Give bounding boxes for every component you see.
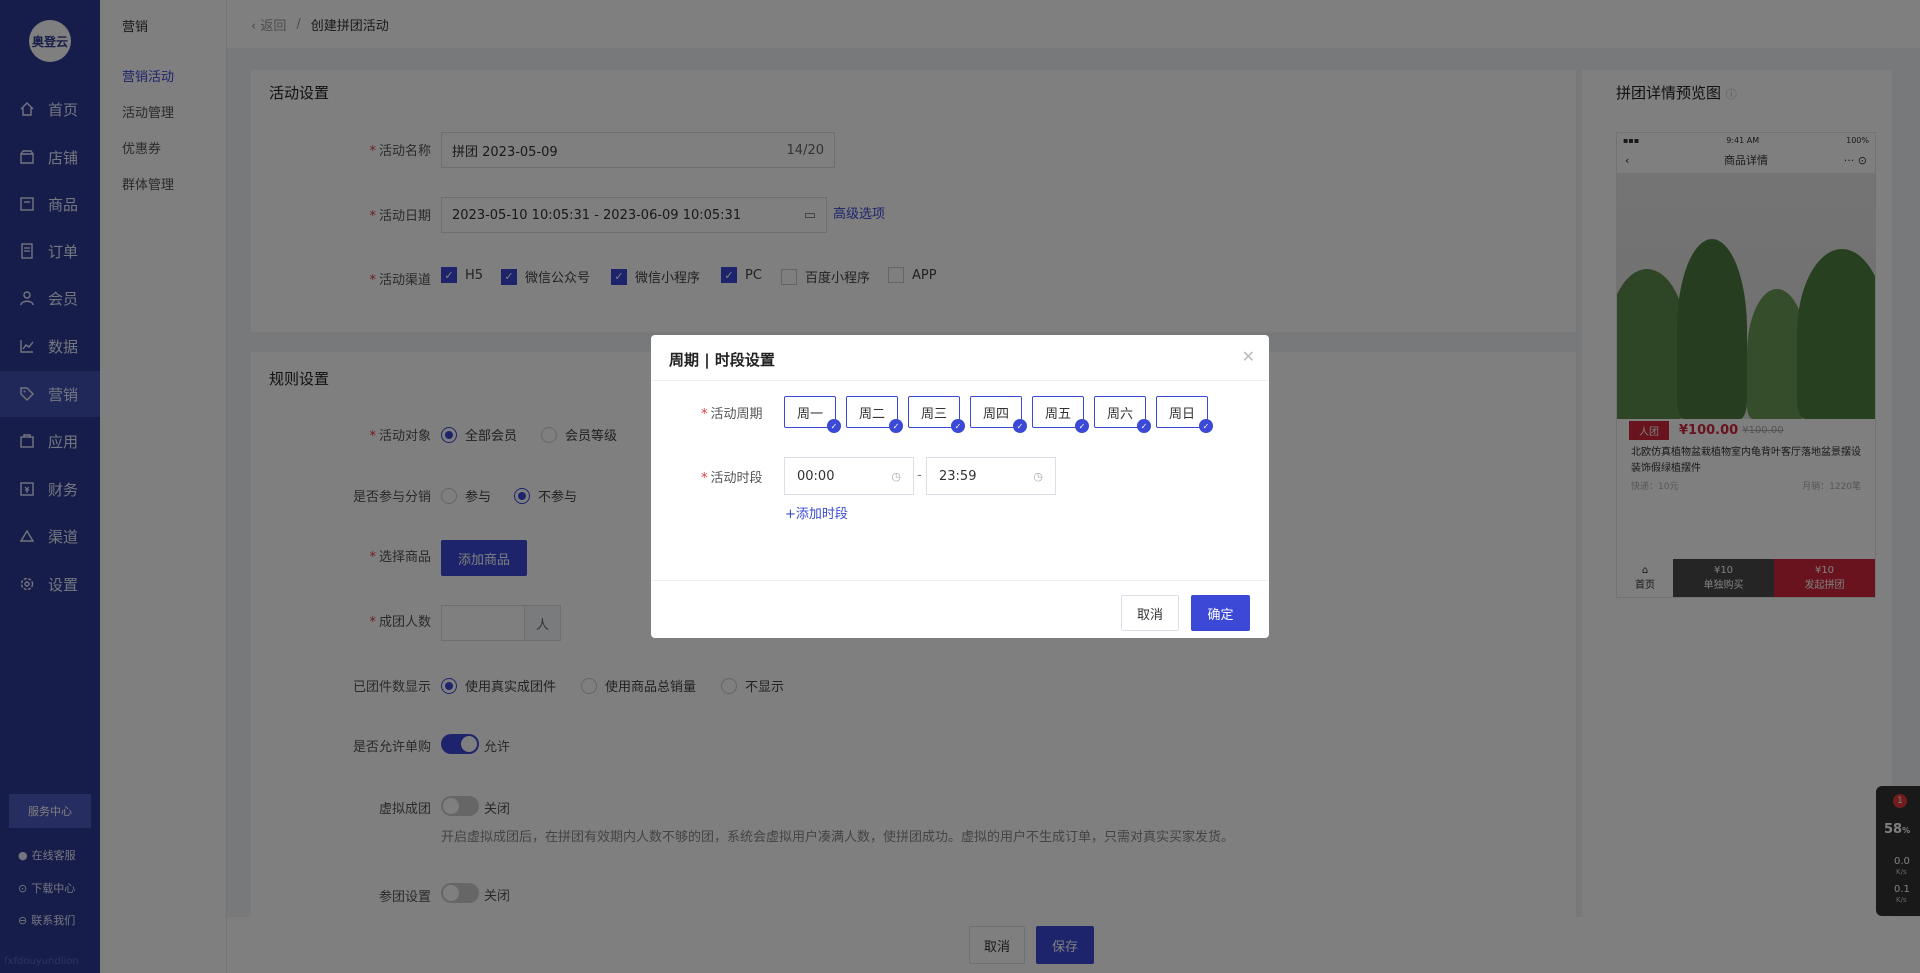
clock-icon: ◷ xyxy=(891,469,901,483)
dialog-cancel-button[interactable]: 取消 xyxy=(1121,595,1179,631)
clock-icon: ◷ xyxy=(1033,469,1043,483)
period-label: * 活动周期 xyxy=(701,407,763,422)
day-sat[interactable]: 周六 ✓ xyxy=(1094,396,1151,433)
check-icon: ✓ xyxy=(827,419,841,433)
check-icon: ✓ xyxy=(889,419,903,433)
time-dash: - xyxy=(917,468,922,483)
day-sun[interactable]: 周日 ✓ xyxy=(1156,396,1213,433)
dialog-footer-divider xyxy=(651,580,1269,581)
dialog-divider xyxy=(651,380,1269,381)
day-tue[interactable]: 周二 ✓ xyxy=(846,396,903,433)
day-fri[interactable]: 周五 ✓ xyxy=(1032,396,1089,433)
period-dialog: 周期 | 时段设置 ✕ * 活动周期 周一 ✓ 周二 ✓ 周三 ✓ 周四 ✓ 周五 ✓ 周六… xyxy=(651,335,1269,638)
time-label: * 活动时段 xyxy=(701,471,763,486)
day-thu[interactable]: 周四 ✓ xyxy=(970,396,1027,433)
check-icon: ✓ xyxy=(1075,419,1089,433)
day-mon[interactable]: 周一 ✓ xyxy=(784,396,841,433)
day-wed[interactable]: 周三 ✓ xyxy=(908,396,965,433)
check-icon: ✓ xyxy=(951,419,965,433)
check-icon: ✓ xyxy=(1013,419,1027,433)
start-time-input[interactable]: 00:00 ◷ xyxy=(784,457,914,495)
dialog-title: 周期 | 时段设置 xyxy=(669,351,775,369)
dialog-confirm-button[interactable]: 确定 xyxy=(1191,595,1250,631)
end-time-input[interactable]: 23:59 ◷ xyxy=(926,457,1056,495)
close-icon[interactable]: ✕ xyxy=(1242,347,1255,366)
start-time-value: 00:00 xyxy=(797,468,835,484)
check-icon: ✓ xyxy=(1199,419,1213,433)
add-time-link[interactable]: +添加时段 xyxy=(785,503,848,522)
end-time-value: 23:59 xyxy=(939,468,977,484)
check-icon: ✓ xyxy=(1137,419,1151,433)
